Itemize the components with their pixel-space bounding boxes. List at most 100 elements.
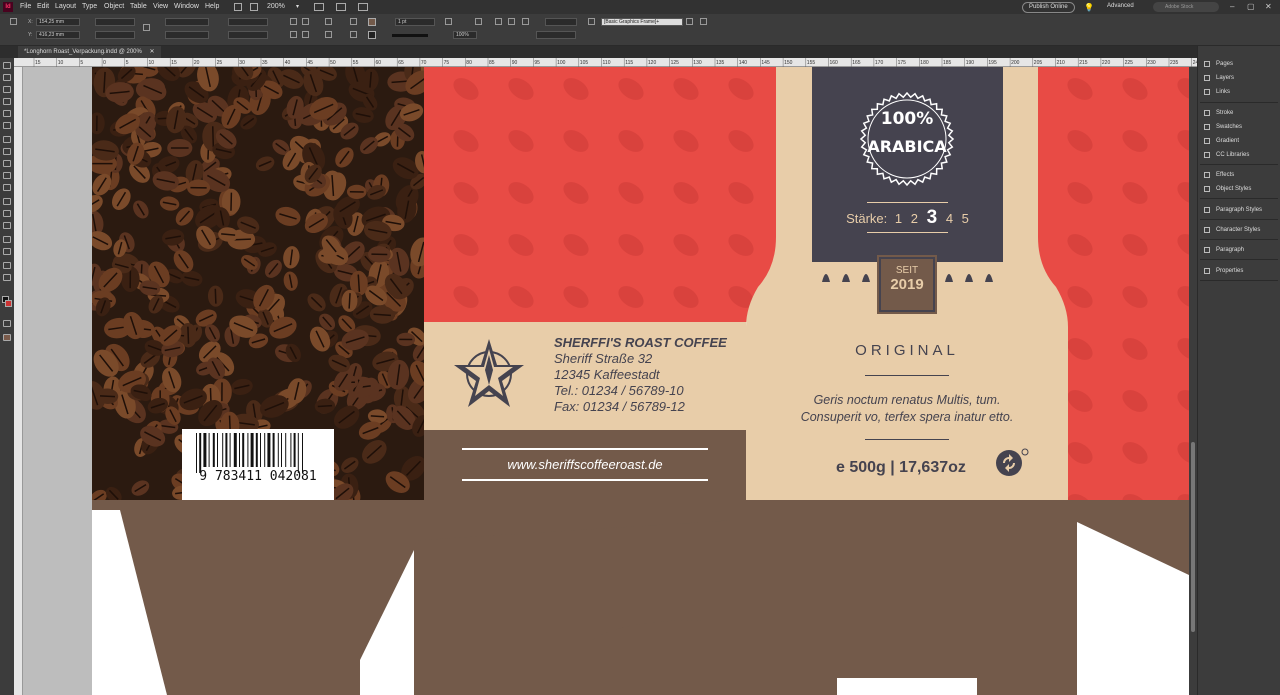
panel-layers[interactable]: Layers [1202,72,1278,84]
pen-tool-icon[interactable] [3,148,11,155]
publish-online-button[interactable]: Publish Online [1022,2,1075,13]
menu-type[interactable]: Type [82,3,97,10]
arrange-icon[interactable] [358,3,368,11]
type-tool-icon[interactable] [3,122,11,129]
zoom-tool-icon[interactable] [3,274,11,281]
ruler-tick-label: 90 [512,60,518,66]
fitting-icon[interactable] [686,18,693,25]
panel-gradient[interactable]: Gradient [1202,135,1278,147]
close-tab-icon[interactable]: ✕ [150,49,155,55]
panel-effects[interactable]: Effects [1202,169,1278,181]
y-field[interactable]: 416,23 mm [36,31,80,39]
menu-help[interactable]: Help [205,3,219,10]
flip-h-icon[interactable] [290,31,297,38]
panel-object-styles[interactable]: Object Styles [1202,183,1278,195]
menu-window[interactable]: Window [174,3,199,10]
panel-paragraph[interactable]: Paragraph [1202,244,1278,256]
scissors-tool-icon[interactable] [3,198,11,205]
eyedropper-tool-icon[interactable] [3,248,11,255]
menu-layout[interactable]: Layout [55,3,76,10]
panel-pages[interactable]: Pages [1202,58,1278,70]
preview-mode-icon[interactable] [3,334,11,341]
control-panel: X: 154,25 mm Y: 416,23 mm 1 pt 100% [Bas… [0,14,1280,46]
document-tab[interactable]: *Longhorn Roast_Verpackung.indd @ 200% ✕ [18,46,161,58]
height-field[interactable] [95,31,135,39]
scrollbar-thumb[interactable] [1191,442,1195,632]
effects-icon[interactable] [475,18,482,25]
menu-table[interactable]: Table [130,3,147,10]
object-style-icon[interactable] [588,18,595,25]
panel-paragraph-styles[interactable]: Paragraph Styles [1202,204,1278,216]
width-field[interactable] [95,18,135,26]
panel-links[interactable]: Links [1202,86,1278,98]
next-object-icon[interactable] [350,31,357,38]
scale-y-field[interactable] [165,31,209,39]
rotate-cw-icon[interactable] [290,18,297,25]
document-tab-title: *Longhorn Roast_Verpackung.indd @ 200% [24,49,142,55]
page-tool-icon[interactable] [3,86,11,93]
stroke-type-preview[interactable] [392,34,428,37]
stroke-color-icon[interactable] [5,300,12,307]
menu-view[interactable]: View [153,3,168,10]
bean-motif [508,234,534,256]
workspace-switcher[interactable]: Advanced [1107,3,1134,9]
wrap-around-icon[interactable] [508,18,515,25]
free-transform-tool-icon[interactable] [3,210,11,217]
corner-shape-field[interactable] [536,31,576,39]
close-icon[interactable]: ✕ [1265,2,1272,11]
corner-field[interactable] [545,18,577,26]
prev-object-icon[interactable] [350,18,357,25]
opacity-field[interactable]: 100% [453,31,477,39]
shear-field[interactable] [228,31,268,39]
view-options-icon[interactable] [314,3,324,11]
object-style-select[interactable]: [Basic Graphics Frame]+ [601,18,683,26]
text-wrap-icon[interactable] [495,18,502,25]
gap-tool-icon[interactable] [3,98,11,105]
fill-swatch[interactable] [368,18,376,26]
rotate-ccw-icon[interactable] [302,18,309,25]
select-container-icon[interactable] [325,18,332,25]
rectangle-frame-tool-icon[interactable] [3,172,11,179]
fit-content-icon[interactable] [700,18,707,25]
screen-mode-icon[interactable] [336,3,346,11]
hand-tool-icon[interactable] [3,262,11,269]
selection-tool-icon[interactable] [3,62,11,69]
wrap-object-icon[interactable] [522,18,529,25]
panel-cc-libraries[interactable]: CC Libraries [1202,149,1278,161]
content-collector-icon[interactable] [3,110,11,117]
gradient-tool-icon[interactable] [3,222,11,229]
rectangle-tool-icon[interactable] [3,184,11,191]
pencil-tool-icon[interactable] [3,160,11,167]
rotate-field[interactable] [228,18,268,26]
stock-icon[interactable] [250,3,258,11]
direct-selection-tool-icon[interactable] [3,74,11,81]
panel-properties[interactable]: Properties [1202,265,1278,277]
packaging-artwork[interactable]: 100% ARABICA Stärke: 1 2 3 4 5 SEIT 2019… [92,67,1189,695]
panel-stroke[interactable]: Stroke [1202,107,1278,119]
apply-color-icon[interactable] [3,320,11,327]
scale-x-field[interactable] [165,18,209,26]
flip-v-icon[interactable] [302,31,309,38]
menu-edit[interactable]: Edit [37,3,49,10]
menu-object[interactable]: Object [104,3,124,10]
maximize-icon[interactable]: ▢ [1247,2,1255,11]
constrain-icon[interactable] [143,24,150,31]
lightbulb-icon[interactable]: 💡 [1084,3,1094,12]
chevron-down-icon[interactable]: ▾ [296,3,299,10]
panel-character-styles[interactable]: Character Styles [1202,224,1278,236]
stroke-swatch[interactable] [368,31,376,39]
x-field[interactable]: 154,25 mm [36,18,80,26]
line-tool-icon[interactable] [3,136,11,143]
panel-swatches[interactable]: Swatches [1202,121,1278,133]
fx-icon[interactable] [445,18,452,25]
vertical-scrollbar[interactable] [1189,67,1197,695]
reference-point-icon[interactable] [10,18,17,25]
stroke-weight-field[interactable]: 1 pt [395,18,435,26]
note-tool-icon[interactable] [3,236,11,243]
stock-search-input[interactable]: Adobe Stock [1153,2,1219,12]
bridge-icon[interactable] [234,3,242,11]
menu-file[interactable]: File [20,3,31,10]
select-content-icon[interactable] [325,31,332,38]
minimize-icon[interactable]: – [1230,2,1234,11]
zoom-level[interactable]: 200% [267,3,285,10]
